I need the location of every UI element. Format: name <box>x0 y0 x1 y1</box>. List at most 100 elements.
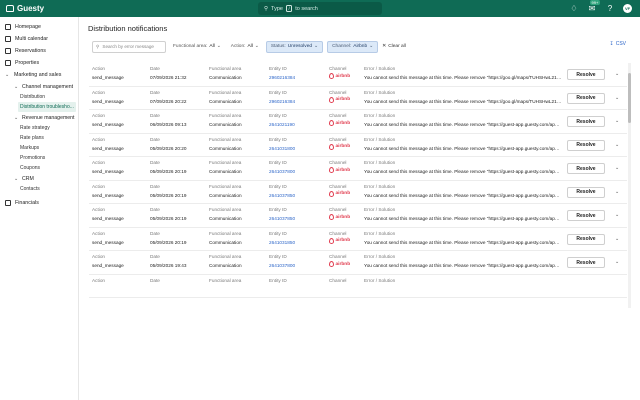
resolve-button[interactable]: Resolve <box>567 163 605 174</box>
date-label: Date <box>150 160 160 165</box>
guesty-logo[interactable]: Guesty <box>6 4 44 13</box>
airbnb-icon <box>329 167 334 173</box>
sidebar-item-label: Homepage <box>15 24 41 30</box>
sidebar-item-rate-strategy[interactable]: Rate strategy <box>0 123 78 133</box>
channel-name: airbnb <box>335 214 351 220</box>
sidebar-item-reservations[interactable]: Reservations <box>0 45 78 57</box>
error-search-input[interactable]: ⚲ Search by error message <box>92 40 166 53</box>
sidebar-item-contacts[interactable]: Contacts <box>0 184 78 194</box>
chevron-down-icon[interactable]: ⌄ <box>615 142 619 148</box>
chevron-down-icon[interactable]: ⌄ <box>615 118 619 124</box>
filter-label: Channel: <box>332 44 352 49</box>
resolve-button[interactable]: Resolve <box>567 186 605 198</box>
sidebar-item-label: Financials <box>15 200 39 206</box>
entity-id-link[interactable]: 2641021190 <box>269 122 295 127</box>
channel-filter-chip[interactable]: Channel: Airbnb ⌄ <box>327 40 379 53</box>
sidebar-item-distribution-troubleshooting[interactable]: Distribution troublesho... <box>18 102 76 112</box>
action-label: Action <box>92 183 106 189</box>
entity-id-link[interactable]: 2641037800 <box>269 169 295 174</box>
sidebar-group-label: Revenue management <box>22 114 75 121</box>
chevron-down-icon[interactable]: ⌄ <box>615 236 619 242</box>
chevron-down-icon[interactable]: ⌄ <box>615 259 619 265</box>
action-label: Action <box>92 160 106 165</box>
date-value: 05/09/2026 20:19 <box>150 192 187 198</box>
entity-id-link[interactable]: 2641037800 <box>269 263 295 268</box>
help-icon[interactable]: ? <box>605 3 615 13</box>
global-search[interactable]: ⚲ Type / to search <box>258 2 382 15</box>
action-filter[interactable]: Action: All ⌄ <box>228 41 262 53</box>
chevron-down-icon[interactable]: ⌄ <box>615 95 619 101</box>
filter-value: All <box>209 44 215 49</box>
channel-label: Channel <box>329 277 347 283</box>
inbox-icon[interactable]: ✉ 99+ <box>587 0 600 13</box>
airbnb-icon <box>329 261 334 267</box>
sidebar-group-channel-management[interactable]: ⌄ Channel management <box>0 81 78 92</box>
entity-id-link[interactable]: 2641037850 <box>269 193 295 198</box>
list-scrollbar[interactable] <box>628 63 631 308</box>
sidebar: Homepage Multi calendar Reservations Pro… <box>0 17 79 400</box>
channel-value: airbnb <box>329 167 350 173</box>
chevron-down-icon[interactable]: ⌄ <box>615 165 619 171</box>
action-label: Action <box>92 254 106 259</box>
table-row: Action Date Functional area Entity ID Ch… <box>89 204 627 228</box>
bell-icon[interactable]: ♢ <box>569 3 579 13</box>
filter-bar: ⚲ Search by error message Functional are… <box>92 40 406 53</box>
table-row: Action Date Functional area Entity ID Ch… <box>89 134 627 157</box>
sidebar-item-homepage[interactable]: Homepage <box>0 21 78 33</box>
sidebar-item-coupons[interactable]: Coupons <box>0 163 78 173</box>
sidebar-item-properties[interactable]: Properties <box>0 57 78 69</box>
date-value: 07/09/2026 20:22 <box>150 98 187 104</box>
chevron-down-icon: ⌄ <box>14 83 19 90</box>
properties-icon <box>5 60 11 66</box>
entity-id-link[interactable]: 2960216384 <box>269 99 295 104</box>
sidebar-group-crm[interactable]: ⌄ CRM <box>0 173 78 184</box>
resolve-button[interactable]: Resolve <box>567 210 605 221</box>
channel-label: Channel <box>329 89 347 95</box>
sidebar-item-distribution[interactable]: Distribution <box>0 92 78 102</box>
resolve-button[interactable]: Resolve <box>567 92 605 104</box>
avatar[interactable]: VF <box>623 3 632 13</box>
search-icon: ⚲ <box>96 43 100 49</box>
entity-id-link[interactable]: 2641031800 <box>269 146 295 151</box>
date-label: Date <box>150 89 160 95</box>
resolve-button[interactable]: Resolve <box>567 139 605 151</box>
error-label: Error / Solution <box>364 207 396 212</box>
resolve-button[interactable]: Resolve <box>567 116 605 127</box>
resolve-button[interactable]: Resolve <box>567 69 605 80</box>
chevron-down-icon[interactable]: ⌄ <box>615 71 619 77</box>
entity-id-label: Entity ID <box>269 160 287 165</box>
sidebar-item-marketing-and-sales[interactable]: ⌄ Marketing and sales <box>0 69 78 81</box>
entity-id-link[interactable]: 2641037850 <box>269 216 295 221</box>
entity-id-label: Entity ID <box>269 183 287 189</box>
sidebar-group-revenue-management[interactable]: ⌄ Revenue management <box>0 112 78 123</box>
functional-area-label: Functional area <box>209 207 242 212</box>
table-row: Action Date Functional area Entity ID Ch… <box>89 63 627 87</box>
csv-export-button[interactable]: ↧ CSV <box>610 41 626 47</box>
entity-id-link[interactable]: 2960216384 <box>269 75 295 80</box>
channel-value: airbnb <box>329 120 350 126</box>
sidebar-item-rate-plans[interactable]: Rate plans <box>0 133 78 143</box>
channel-value: airbnb <box>329 237 350 244</box>
sidebar-item-multi-calendar[interactable]: Multi calendar <box>0 33 78 45</box>
clear-all-label: Clear all <box>388 44 406 49</box>
status-filter-chip[interactable]: Status: Unresolved ⌄ <box>265 40 324 53</box>
resolve-button[interactable]: Resolve <box>567 233 605 245</box>
clear-all-filters[interactable]: ✕ Clear all <box>382 44 406 49</box>
sidebar-item-label: Multi calendar <box>15 36 48 42</box>
search-shortcut-key: / <box>285 4 293 13</box>
action-label: Action <box>92 113 106 118</box>
filter-label: Functional area: <box>173 44 208 49</box>
functional-area-filter[interactable]: Functional area: All ⌄ <box>170 41 224 53</box>
sidebar-item-financials[interactable]: Financials <box>0 197 78 209</box>
chevron-down-icon[interactable]: ⌄ <box>615 212 619 218</box>
sidebar-item-promotions[interactable]: Promotions <box>0 153 78 163</box>
resolve-button[interactable]: Resolve <box>567 257 605 268</box>
chevron-down-icon[interactable]: ⌄ <box>615 189 619 195</box>
scrollbar-thumb[interactable] <box>628 73 631 123</box>
entity-id-link[interactable]: 2641031850 <box>269 240 295 245</box>
functional-area-label: Functional area <box>209 254 242 259</box>
sidebar-item-markups[interactable]: Markups <box>0 143 78 153</box>
filter-label: Action: <box>230 44 246 49</box>
date-value: 06/09/2026 09:13 <box>150 122 187 127</box>
action-value: send_message <box>92 216 124 221</box>
